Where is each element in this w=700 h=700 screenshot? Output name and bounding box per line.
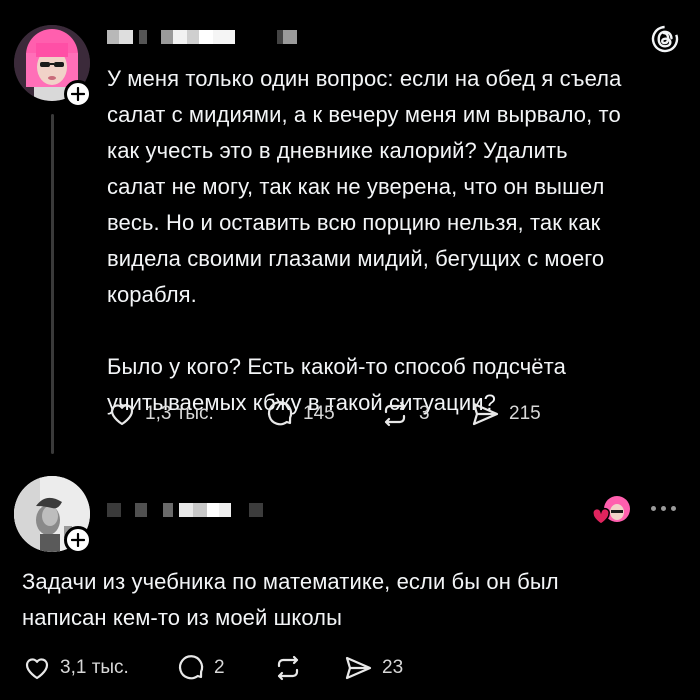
comment-icon bbox=[178, 655, 204, 680]
reply-button[interactable]: 2 bbox=[176, 653, 272, 683]
like-button[interactable]: 3,1 тыс. bbox=[22, 653, 176, 683]
heart-icon bbox=[25, 658, 49, 680]
follow-button[interactable] bbox=[64, 80, 92, 108]
reply-count: 145 bbox=[303, 403, 335, 424]
repost-icon bbox=[384, 401, 406, 427]
username-censored[interactable] bbox=[107, 29, 307, 45]
post-actions: 3,1 тыс. 2 23 bbox=[22, 653, 403, 683]
thread-connector-line bbox=[51, 114, 54, 454]
post-main: У меня только один вопрос: если на обед … bbox=[0, 0, 700, 468]
liked-by-author-avatar-icon bbox=[592, 496, 630, 525]
like-count: 1,3 тыс. bbox=[145, 403, 214, 424]
follow-button[interactable] bbox=[64, 526, 92, 554]
repost-icon bbox=[277, 655, 299, 681]
post-actions: 1,3 тыс. 145 3 215 bbox=[107, 399, 541, 429]
threads-logo-icon[interactable] bbox=[650, 24, 680, 59]
reply-button[interactable]: 145 bbox=[265, 399, 379, 429]
like-button[interactable]: 1,3 тыс. bbox=[107, 399, 265, 429]
repost-button[interactable]: 3 bbox=[379, 399, 469, 429]
follow-plus-icon bbox=[71, 533, 85, 547]
post-text: Задачи из учебника по математике, если б… bbox=[22, 569, 559, 630]
username-censored[interactable] bbox=[107, 500, 267, 520]
share-count: 215 bbox=[509, 403, 541, 424]
follow-plus-icon bbox=[71, 87, 85, 101]
reply-count: 2 bbox=[214, 657, 225, 678]
share-icon bbox=[472, 402, 499, 426]
share-count: 23 bbox=[382, 657, 404, 678]
share-icon bbox=[345, 656, 372, 680]
repost-count: 3 bbox=[419, 403, 430, 424]
heart-icon bbox=[110, 404, 134, 426]
comment-icon bbox=[267, 401, 293, 426]
share-button[interactable]: 23 bbox=[342, 653, 403, 683]
share-button[interactable]: 215 bbox=[469, 399, 541, 429]
more-icon[interactable] bbox=[651, 506, 676, 511]
liked-by-author-indicator bbox=[591, 494, 633, 528]
post-reply: Задачи из учебника по математике, если б… bbox=[0, 468, 700, 700]
post-text: У меня только один вопрос: если на обед … bbox=[107, 66, 622, 415]
like-count: 3,1 тыс. bbox=[60, 657, 129, 678]
repost-button[interactable] bbox=[272, 653, 342, 683]
